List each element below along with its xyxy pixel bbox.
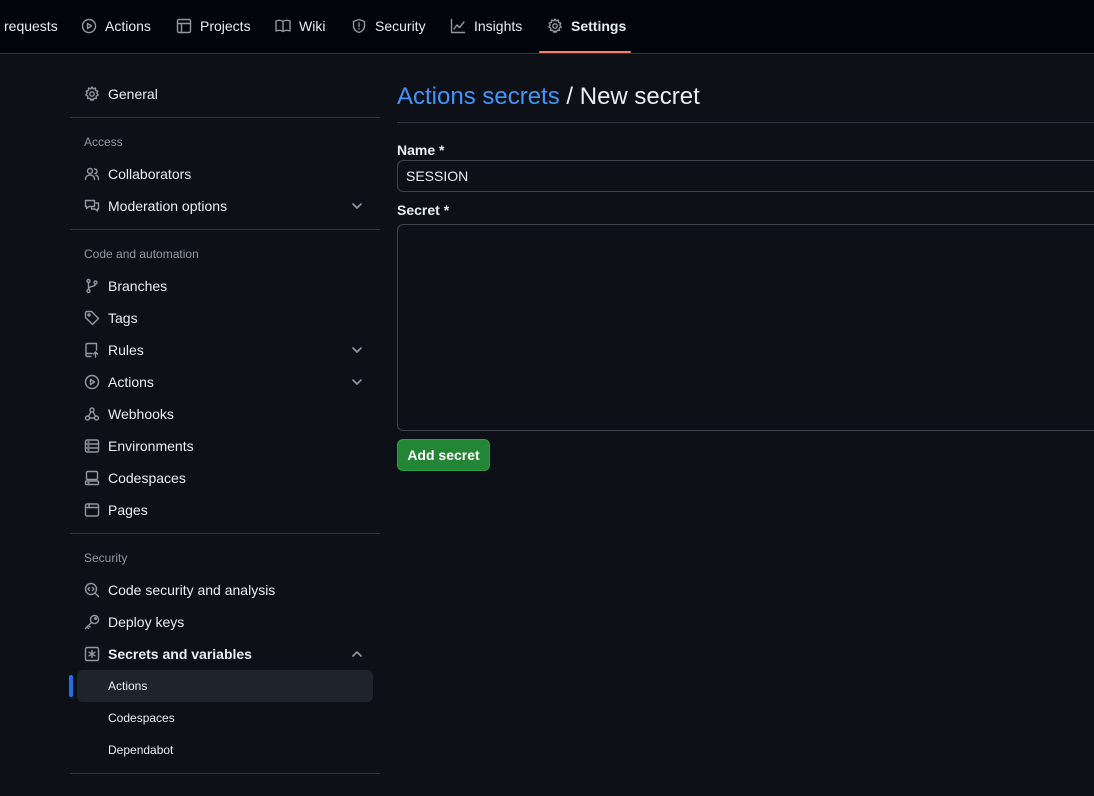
server-icon [84, 439, 100, 453]
sidebar-item-label: Actions [108, 374, 154, 390]
webhook-icon [84, 407, 100, 421]
sidebar-divider [70, 229, 380, 230]
breadcrumb-separator: / [559, 83, 580, 110]
sidebar-item-label: General [108, 86, 158, 102]
section-heading-access: Access [84, 135, 123, 149]
sidebar-item-general[interactable]: General [84, 82, 158, 106]
secret-name-input[interactable] [397, 160, 1094, 192]
tab-label: requests [4, 18, 58, 34]
sidebar-item-label: Codespaces [108, 470, 186, 486]
tab-label: Insights [474, 18, 523, 34]
sidebar-divider [70, 533, 380, 534]
sidebar-item-actions[interactable]: Actions [84, 370, 154, 394]
tab-label: Actions [105, 18, 151, 34]
sidebar-item-label: Moderation options [108, 198, 228, 214]
tab-label: Security [375, 18, 426, 34]
tab-label: Projects [200, 18, 251, 34]
browser-icon [84, 503, 100, 517]
sidebar-item-moderation-options[interactable]: Moderation options [84, 194, 227, 218]
tab-wiki[interactable]: Wiki [275, 10, 325, 42]
asterisk-square-icon [84, 646, 100, 662]
sidebar-active-indicator [69, 675, 73, 697]
sidebar-subitem-codespaces[interactable]: Codespaces [108, 711, 175, 725]
page-title: Actions secrets / New secret [397, 83, 700, 111]
play-icon [81, 18, 97, 34]
sidebar-item-pages[interactable]: Pages [84, 498, 148, 522]
chevron-down-icon[interactable] [350, 199, 364, 213]
chevron-down-icon[interactable] [350, 343, 364, 357]
repo-push-icon [85, 342, 99, 358]
tab-insights[interactable]: Insights [450, 10, 522, 42]
shield-icon [352, 18, 366, 34]
codescan-icon [84, 582, 100, 598]
section-heading-code-automation: Code and automation [84, 247, 199, 261]
sidebar-item-label: Secrets and variables [108, 646, 252, 662]
sidebar-item-label: Webhooks [108, 406, 174, 422]
sidebar-item-label: Deploy keys [108, 614, 185, 630]
graph-icon [450, 18, 466, 34]
codespaces-icon [84, 470, 100, 486]
play-icon [84, 374, 100, 390]
section-heading-security: Security [84, 551, 128, 565]
sidebar-item-label: Tags [108, 310, 138, 326]
breadcrumb-actions-secrets-link[interactable]: Actions secrets [397, 83, 560, 110]
page-title-text: New secret [579, 83, 700, 110]
sidebar-divider [70, 117, 380, 118]
sidebar-item-secrets-and-variables[interactable]: Secrets and variables [84, 642, 252, 666]
add-secret-button[interactable]: Add secret [397, 439, 490, 471]
gear-icon [548, 18, 562, 33]
sidebar-item-label: Rules [108, 342, 144, 358]
sidebar-item-label: Pages [108, 502, 148, 518]
repo-tab-bar: requests Actions Projects Wiki Security … [0, 0, 1094, 54]
sidebar-item-collaborators[interactable]: Collaborators [84, 162, 191, 186]
secret-value-textarea[interactable] [397, 224, 1094, 431]
tab-label: Settings [571, 18, 627, 34]
sidebar-item-rules[interactable]: Rules [84, 338, 144, 362]
sidebar-item-label: Environments [108, 438, 194, 454]
chevron-up-icon[interactable] [350, 647, 364, 661]
sidebar-item-branches[interactable]: Branches [84, 274, 167, 298]
sidebar-item-codespaces[interactable]: Codespaces [84, 466, 186, 490]
tab-pull-requests[interactable]: requests [4, 10, 58, 42]
chevron-down-icon[interactable] [350, 375, 364, 389]
sidebar-item-code-security[interactable]: Code security and analysis [84, 578, 275, 602]
sidebar-subitem-dependabot[interactable]: Dependabot [108, 743, 173, 757]
title-divider [397, 122, 1094, 123]
tab-projects[interactable]: Projects [176, 10, 251, 42]
sidebar-subitem-actions[interactable]: Actions [108, 679, 147, 693]
sidebar-item-deploy-keys[interactable]: Deploy keys [84, 610, 184, 634]
tab-settings[interactable]: Settings [547, 10, 626, 42]
sidebar-divider [70, 773, 380, 774]
table-icon [176, 18, 192, 34]
tag-icon [84, 310, 100, 326]
people-icon [84, 167, 100, 181]
comment-discussion-icon [84, 199, 100, 212]
sidebar-item-webhooks[interactable]: Webhooks [84, 402, 174, 426]
sidebar-item-label: Collaborators [108, 166, 192, 182]
git-branch-icon [86, 278, 98, 294]
sidebar-item-environments[interactable]: Environments [84, 434, 194, 458]
name-field-label: Name * [397, 142, 445, 158]
sidebar-item-label: Branches [108, 278, 168, 294]
active-tab-indicator [539, 51, 631, 53]
secret-field-label: Secret * [397, 202, 450, 218]
sidebar-item-tags[interactable]: Tags [84, 306, 138, 330]
key-icon [84, 614, 100, 630]
book-icon [275, 19, 291, 33]
tab-actions[interactable]: Actions [81, 10, 151, 42]
gear-icon [85, 86, 99, 101]
sidebar-item-label: Code security and analysis [108, 582, 276, 598]
tab-security[interactable]: Security [351, 10, 426, 42]
tab-label: Wiki [299, 18, 326, 34]
